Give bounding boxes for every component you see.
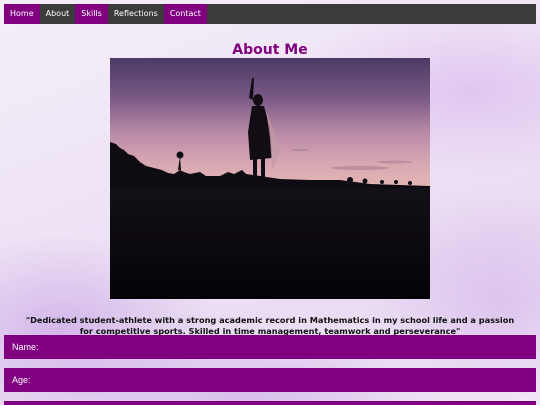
top-nav: Home About Skills Reflections Contact (4, 4, 536, 24)
nav-skills[interactable]: Skills (75, 4, 108, 24)
nav-contact[interactable]: Contact (163, 4, 207, 24)
age-field[interactable]: Age: (4, 368, 536, 392)
profile-photo (110, 58, 430, 299)
page-title: About Me (232, 42, 308, 59)
name-field[interactable]: Name: (4, 335, 536, 359)
sunset-silhouette-image (110, 58, 430, 299)
next-field[interactable] (4, 401, 536, 405)
nav-home[interactable]: Home (4, 4, 40, 24)
nav-about[interactable]: About (39, 4, 76, 24)
intro-quote: "Dedicated student-athlete with a strong… (25, 315, 515, 337)
nav-reflections[interactable]: Reflections (107, 4, 164, 24)
